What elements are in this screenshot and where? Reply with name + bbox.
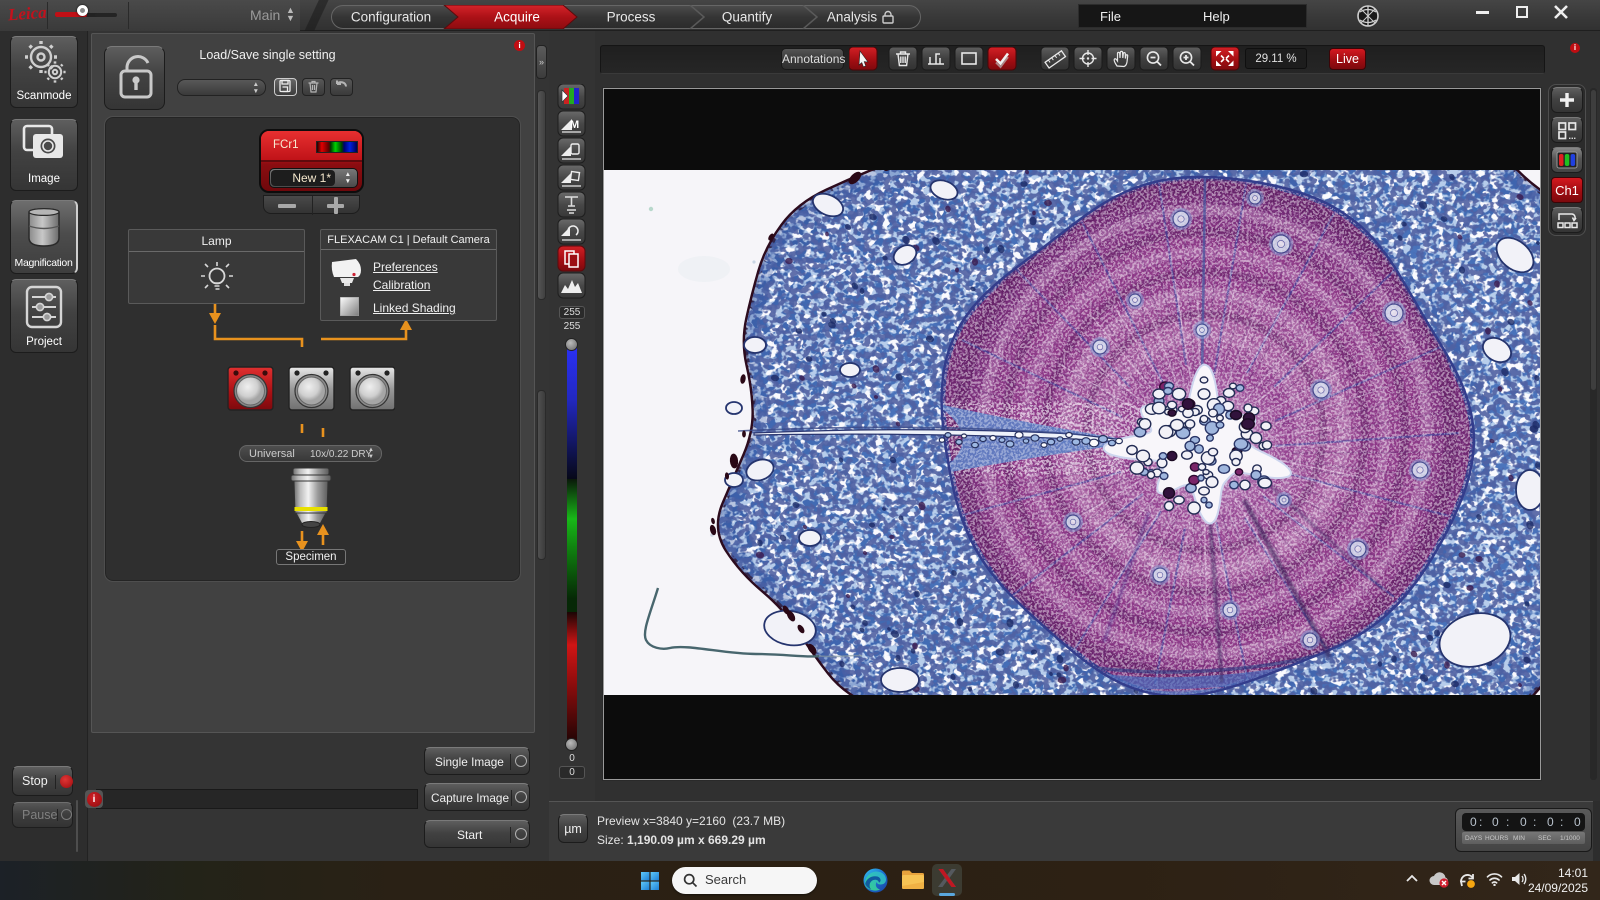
svg-text:Configuration: Configuration — [351, 10, 431, 25]
svg-text:Analysis: Analysis — [827, 10, 878, 25]
svg-text:Acquire: Acquire — [494, 10, 540, 25]
svg-text:M: M — [570, 119, 579, 131]
svg-text:Quantify: Quantify — [722, 10, 773, 25]
svg-text:...: ... — [1569, 131, 1577, 141]
svg-text:Process: Process — [607, 10, 656, 25]
